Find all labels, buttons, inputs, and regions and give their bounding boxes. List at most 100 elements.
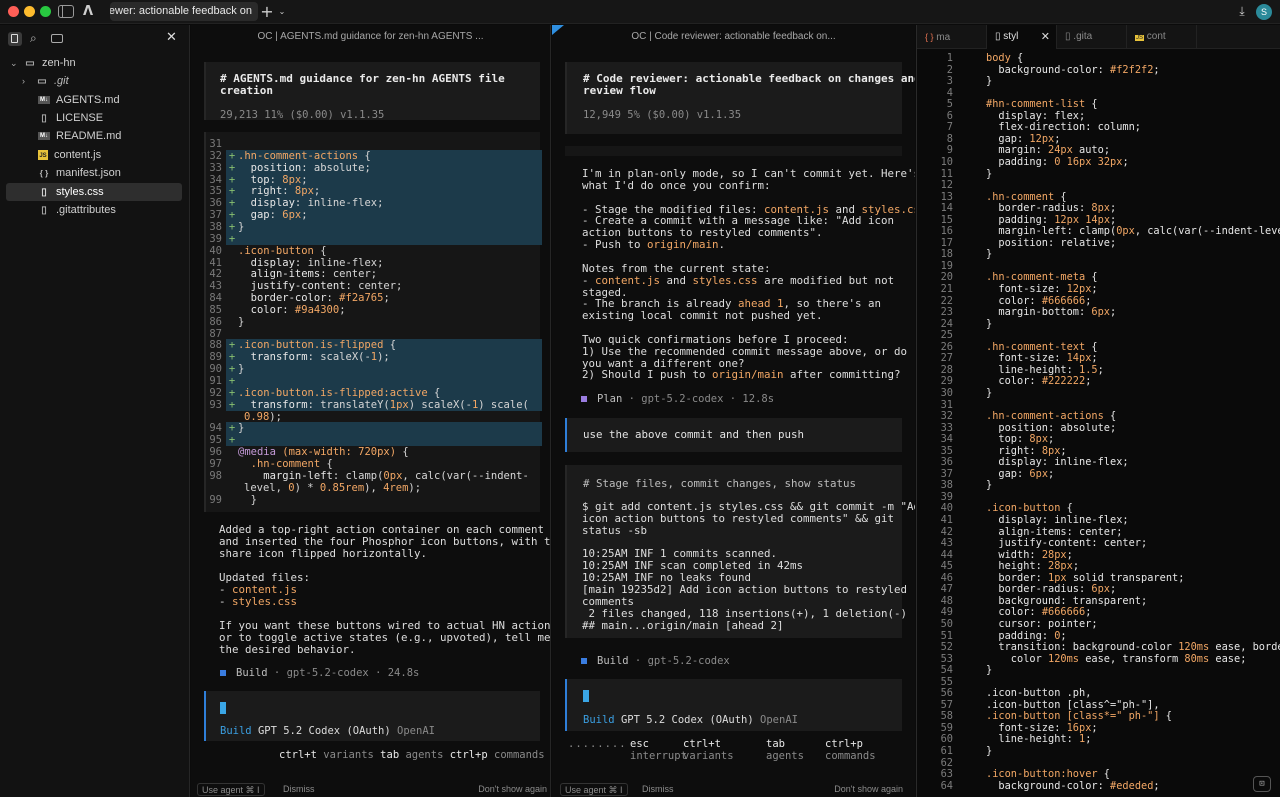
session-title: # AGENTS.md guidance for zen-hn AGENTS f… xyxy=(220,72,505,97)
status-mode: Build xyxy=(597,655,629,667)
tool-output-line: comments xyxy=(582,594,635,608)
editor-tab-content[interactable]: JS cont xyxy=(1127,25,1197,49)
diff-added-line: 88 + .icon-button.is-flipped { xyxy=(209,339,542,352)
folder-icon: ▭ xyxy=(37,75,47,87)
code-line: 60 line-height: 1; xyxy=(940,733,1092,746)
code-line: 33 position: absolute; xyxy=(940,421,1117,434)
close-icon[interactable]: ✕ xyxy=(166,30,177,45)
code-content[interactable]: 1 body {2 background-color: #f2f2f2; 3} 4 5 #… xyxy=(917,53,1280,797)
panel-icon[interactable] xyxy=(51,34,63,43)
diff-context-line: 43 justify-content: center; xyxy=(209,280,403,293)
close-tab-icon[interactable]: ✕ xyxy=(1041,25,1050,49)
active-tab[interactable]: viewer: actionable feedback on... xyxy=(110,2,258,21)
diff-added-line: 36 + display: inline-flex; xyxy=(209,197,542,210)
code-line: 3} xyxy=(946,75,993,88)
sidebar-item-gitattributes[interactable]: ▯ .gitattributes xyxy=(0,201,190,219)
code-line: 26 .hn-comment-text { xyxy=(940,340,1098,353)
markdown-file-icon: M↓ xyxy=(38,96,50,104)
editor-tab-styles[interactable]: ▯ styl ✕ xyxy=(987,25,1057,49)
code-line: 4 xyxy=(946,86,953,99)
files-view-icon[interactable] xyxy=(8,32,22,46)
diff-context-line: 97 .hn-comment { xyxy=(209,457,333,470)
search-icon[interactable]: ⌕ xyxy=(30,31,37,46)
sidebar-item-license[interactable]: ▯ LICENSE xyxy=(0,109,190,127)
minimize-window-button[interactable] xyxy=(24,6,35,17)
input-provider: OpenAI xyxy=(760,714,798,726)
shortcut-key: ctrl+t xyxy=(279,749,317,761)
shortcut-label: variants xyxy=(683,750,734,762)
dismiss-button[interactable]: Dismiss xyxy=(642,784,674,794)
dont-show-again-button[interactable]: Don't show again xyxy=(478,784,547,794)
status-time: 24.8s xyxy=(387,667,420,679)
chevron-down-icon[interactable]: ⌄ xyxy=(276,3,288,20)
maximize-window-button[interactable] xyxy=(40,6,51,17)
sidebar-folder-root[interactable]: ⌄ ▭ zen-hn xyxy=(0,54,190,72)
sidebar-item-label: content.js xyxy=(54,149,102,161)
message-line: what I'd do once you confirm: xyxy=(582,178,771,192)
status-model: gpt-5.2-codex xyxy=(641,393,724,405)
avatar[interactable]: S xyxy=(1256,4,1272,20)
tool-output-line: status -sb xyxy=(582,523,648,537)
sidebar-item-label: LICENSE xyxy=(56,112,104,124)
use-agent-label: Use agent xyxy=(202,785,244,795)
diff-added-line: 39 + xyxy=(209,232,542,245)
close-window-button[interactable] xyxy=(8,6,19,17)
use-agent-button[interactable]: Use agent ⌘ I xyxy=(197,783,265,796)
sidebar-item-manifest[interactable]: { } manifest.json xyxy=(0,164,190,182)
diff-added-line: 94 +} xyxy=(209,422,542,435)
code-line: 12 xyxy=(940,179,953,192)
sidebar-toggle-icon[interactable] xyxy=(58,5,74,18)
sidebar-item-content-js[interactable]: JS content.js xyxy=(0,146,190,164)
code-line: 44 width: 28px; xyxy=(940,548,1073,561)
prompt-input[interactable]: Build GPT 5.2 Codex (OAuth) OpenAI xyxy=(565,679,902,731)
json-file-icon: { } xyxy=(39,168,49,178)
sidebar-item-label: .gitattributes xyxy=(56,204,116,216)
editor-tab-label: .gita xyxy=(1073,31,1093,42)
code-line: 11} xyxy=(940,167,993,180)
shortcut-key: tab xyxy=(766,738,785,750)
sidebar-item-label: styles.css xyxy=(56,186,104,198)
session-meta: 29,213 11% ($0.00) v1.1.35 xyxy=(220,109,385,121)
code-line: 17 position: relative; xyxy=(940,236,1117,249)
editor-tab-manifest[interactable]: { } ma xyxy=(917,25,987,49)
diff-added-line: 34 + top: 8px; xyxy=(209,173,542,186)
file-icon: ▯ xyxy=(1065,31,1071,42)
diff-added-line: 89 + transform: scaleX(-1); xyxy=(209,351,542,364)
code-line: 7 flex-direction: column; xyxy=(946,121,1141,134)
zoom-icon[interactable]: ⊡ xyxy=(1253,776,1271,792)
diff-added-line: 91 + xyxy=(209,375,542,387)
sidebar-item-styles-css[interactable]: ▯ styles.css xyxy=(6,183,182,201)
chevron-right-icon: › xyxy=(22,76,25,86)
prompt-input[interactable]: Build GPT 5.2 Codex (OAuth) OpenAI xyxy=(204,691,540,741)
input-mode[interactable]: Build xyxy=(220,725,252,737)
code-line: 21 font-size: 12px; xyxy=(940,283,1098,295)
dont-show-again-button[interactable]: Don't show again xyxy=(834,784,903,794)
shortcut-key: ctrl+t xyxy=(683,738,721,750)
build-status: Build · gpt-5.2-codex · 24.8s xyxy=(220,667,419,679)
text-cursor xyxy=(583,690,589,702)
code-line: 52 transition: background-color 120ms ea… xyxy=(940,641,1280,654)
build-status: Build · gpt-5.2-codex xyxy=(581,655,730,667)
agent-prompt-footer: Use agent ⌘ I Dismiss Don't show again xyxy=(560,783,915,797)
input-model[interactable]: GPT 5.2 Codex (OAuth) xyxy=(258,725,391,737)
input-mode[interactable]: Build xyxy=(583,714,615,726)
dismiss-button[interactable]: Dismiss xyxy=(283,784,315,794)
diff-added-line: 93 + transform: translateY(1px) scaleX(-1… xyxy=(209,398,542,411)
shortcut-label: agents xyxy=(405,749,444,761)
download-icon[interactable]: ⤓ xyxy=(1235,3,1249,20)
code-line: 20 .hn-comment-meta { xyxy=(940,271,1098,284)
editor-tabs: { } ma ▯ styl ✕ ▯ .gita JS cont xyxy=(917,25,1280,49)
code-line: 34 top: 8px; xyxy=(940,433,1055,446)
use-agent-button[interactable]: Use agent ⌘ I xyxy=(560,783,628,796)
use-agent-label: Use agent xyxy=(565,785,607,795)
message-line: 2) Should I push to origin/main after co… xyxy=(582,368,901,382)
new-tab-plus-icon[interactable]: + xyxy=(260,2,274,21)
sidebar-item-git[interactable]: › ▭ .git xyxy=(0,72,190,90)
sidebar-item-agents-md[interactable]: M↓ AGENTS.md xyxy=(0,91,190,109)
diff-context-line: 42 align-items: center; xyxy=(209,268,378,281)
editor-tab-gitattributes[interactable]: ▯ .gita xyxy=(1057,25,1127,49)
sidebar-item-readme[interactable]: M↓ README.md xyxy=(0,127,190,145)
message-line: If you want these buttons wired to actua… xyxy=(219,618,551,632)
diff-context-line: 84 border-color: #f2a765; xyxy=(209,292,390,305)
input-model[interactable]: GPT 5.2 Codex (OAuth) xyxy=(621,714,754,726)
